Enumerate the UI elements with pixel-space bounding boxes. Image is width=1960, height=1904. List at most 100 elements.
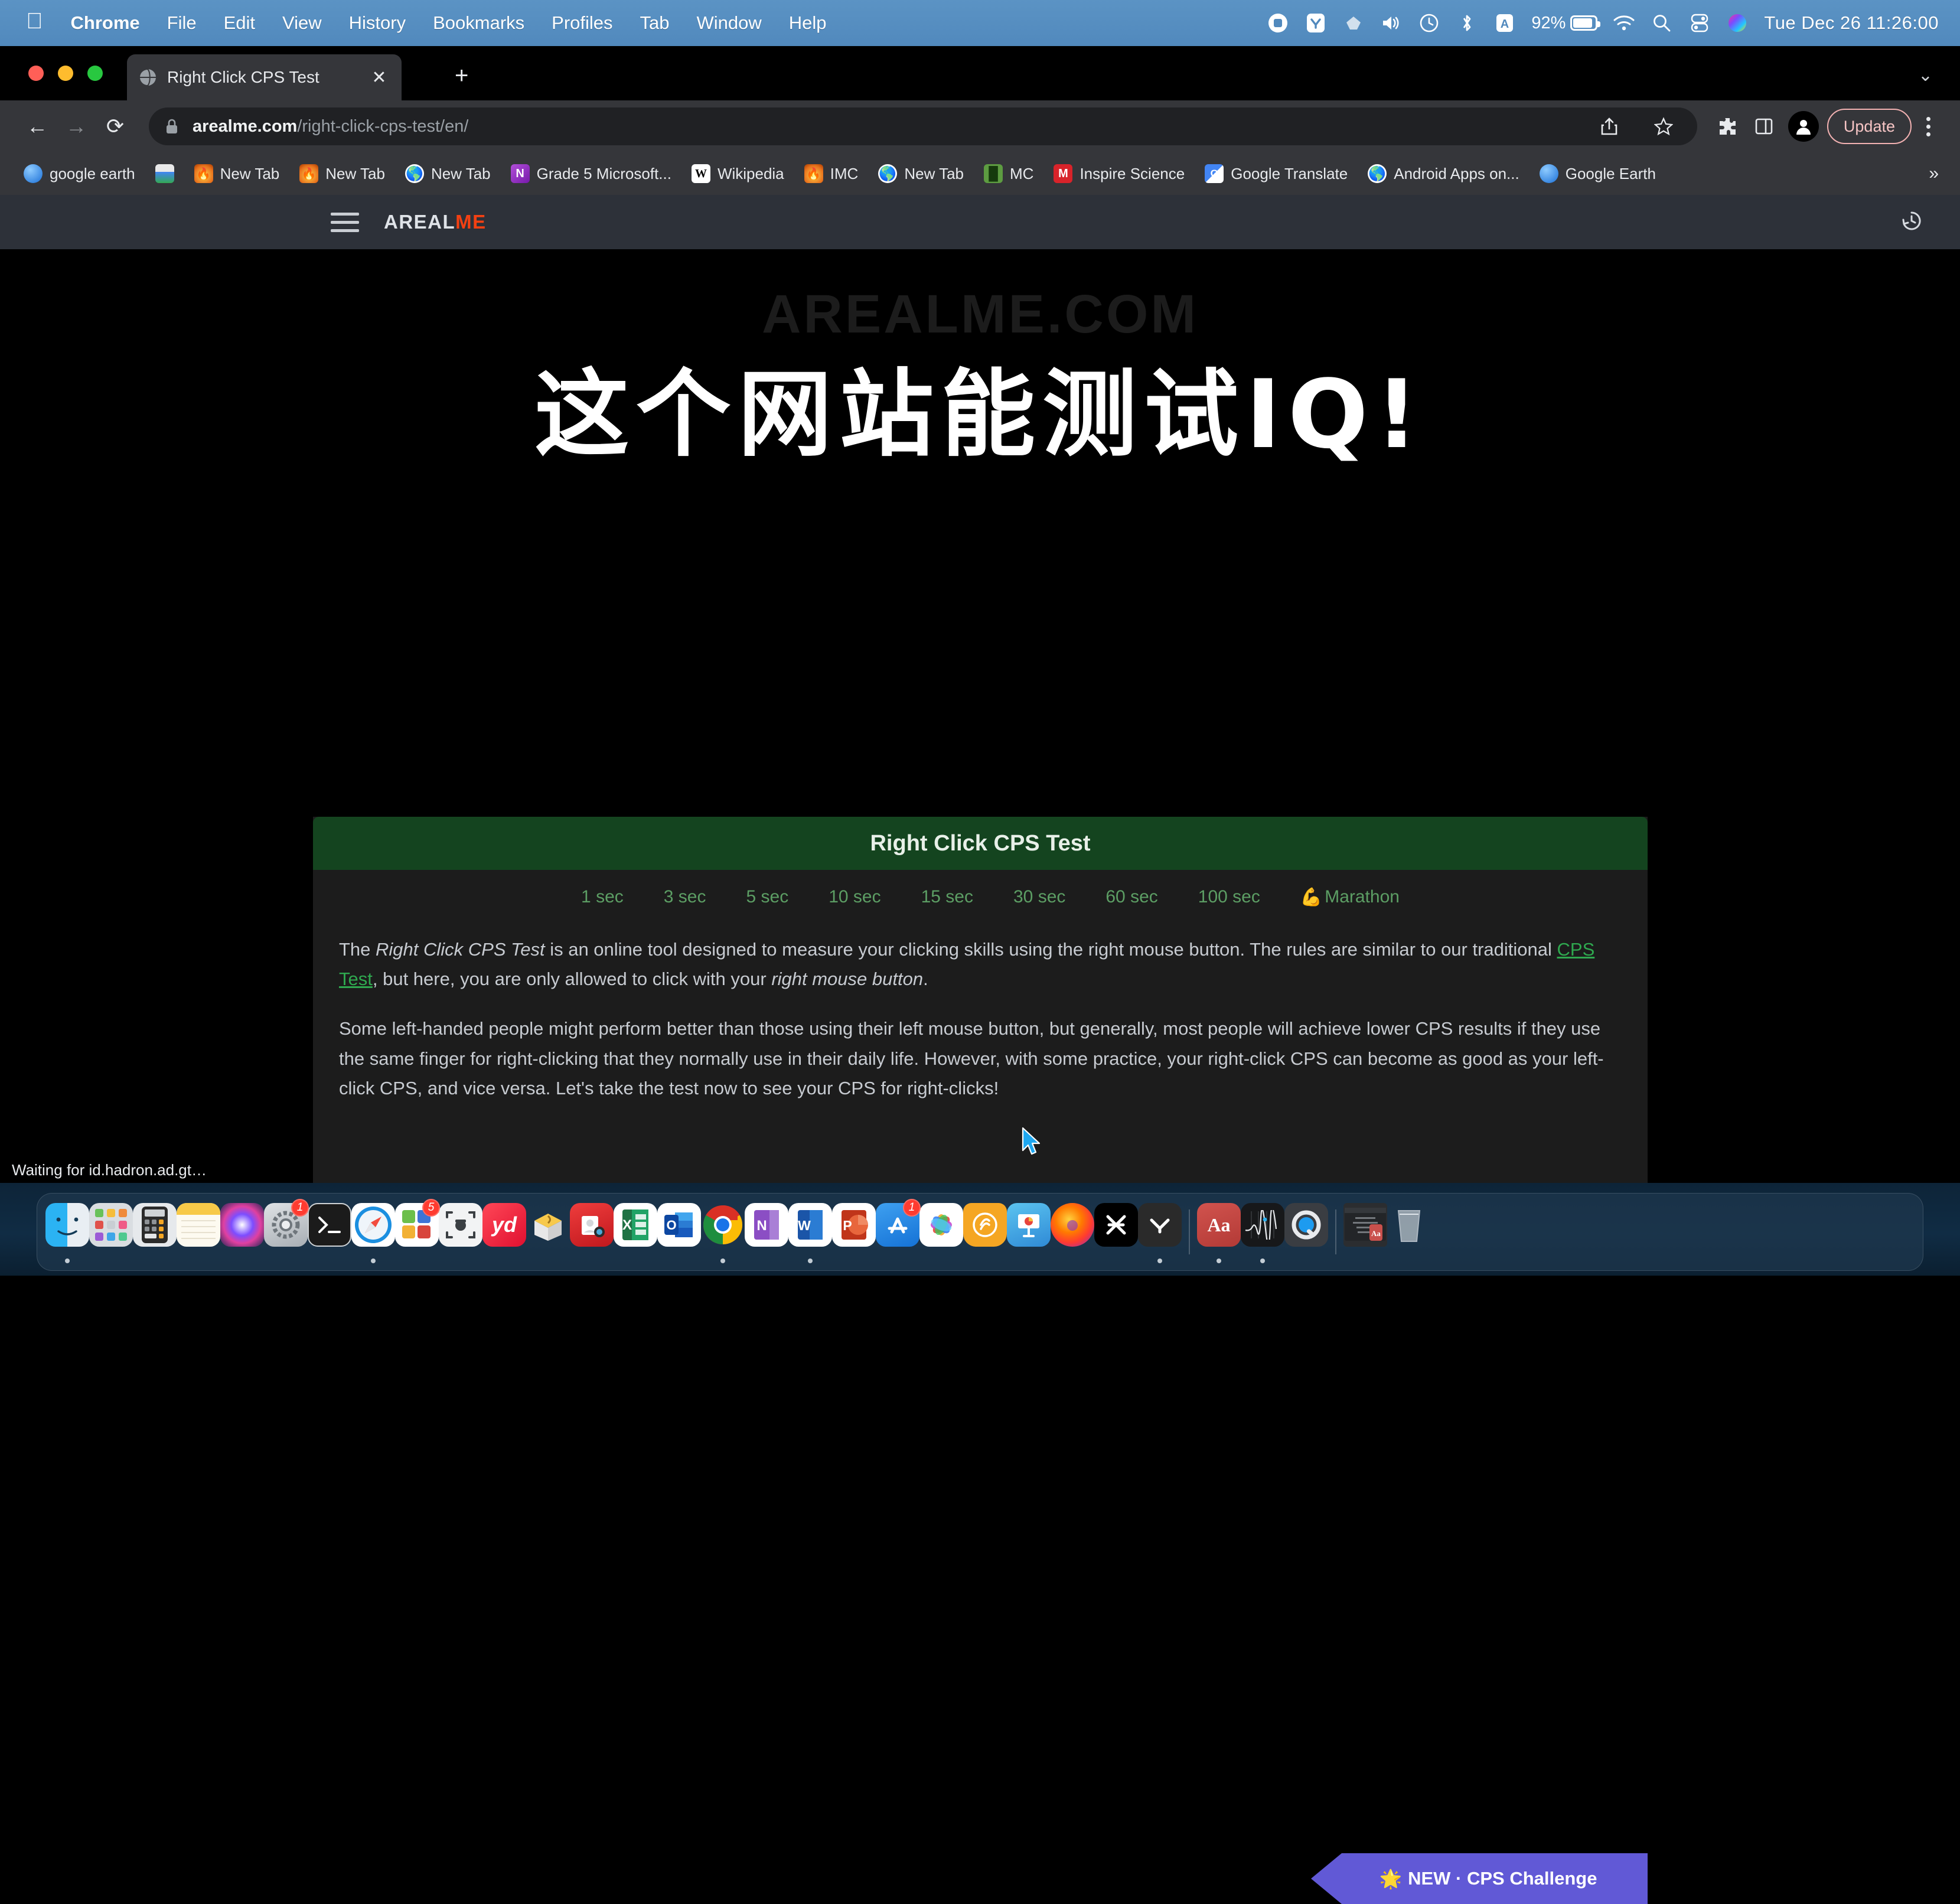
bookmark-new-tab-2[interactable]: 🔥 New Tab: [291, 161, 393, 187]
puzzle-icon[interactable]: [1709, 108, 1746, 145]
forward-button[interactable]: →: [57, 107, 96, 146]
side-panel-icon[interactable]: [1746, 108, 1782, 145]
back-button[interactable]: ←: [18, 107, 57, 146]
bookmark-new-tab-4[interactable]: 🌎 New Tab: [870, 161, 972, 187]
dock-item-keynote[interactable]: [1007, 1199, 1051, 1264]
bookmark-mc[interactable]: █ MC: [976, 161, 1042, 187]
tab-100-sec[interactable]: 100 sec: [1178, 887, 1280, 907]
control-center-icon[interactable]: [1688, 12, 1711, 34]
bluetooth-icon[interactable]: [1456, 12, 1478, 34]
dock-item-photos[interactable]: [919, 1199, 963, 1264]
menu-file[interactable]: File: [154, 0, 210, 46]
tab-1-sec[interactable]: 1 sec: [561, 887, 644, 907]
menu-tab[interactable]: Tab: [627, 0, 683, 46]
dock-item-shazam[interactable]: [963, 1199, 1007, 1264]
maximize-window-button[interactable]: [87, 66, 103, 81]
dock-item-terminal[interactable]: [308, 1199, 351, 1264]
screen-recording-icon[interactable]: [1267, 12, 1289, 34]
site-logo[interactable]: AREALME: [384, 211, 487, 233]
dock-item-outlook[interactable]: O: [657, 1199, 701, 1264]
menu-window[interactable]: Window: [683, 0, 775, 46]
profile-avatar[interactable]: [1788, 111, 1819, 142]
dock-item-grammarly[interactable]: [1138, 1199, 1182, 1264]
dock-item-trash[interactable]: [1387, 1199, 1431, 1264]
menu-view[interactable]: View: [269, 0, 335, 46]
tab-15-sec[interactable]: 15 sec: [901, 887, 993, 907]
new-tab-button[interactable]: +: [455, 64, 468, 87]
dock-item-app-store[interactable]: 1: [876, 1199, 919, 1264]
reload-button[interactable]: ⟳: [96, 107, 135, 146]
dock-item-java-preferences[interactable]: [526, 1199, 570, 1264]
battery-status[interactable]: 92%: [1531, 14, 1597, 33]
dock-item-calculator[interactable]: [133, 1199, 177, 1264]
dock-item-chrome[interactable]: [701, 1199, 745, 1264]
bookmark-chrome-web-store[interactable]: [147, 161, 182, 187]
wifi-icon[interactable]: [1613, 12, 1635, 34]
update-button[interactable]: Update: [1827, 109, 1912, 144]
bookmark-google-earth-2[interactable]: Google Earth: [1531, 161, 1664, 187]
dock-item-launchpad[interactable]: [89, 1199, 133, 1264]
menu-profiles[interactable]: Profiles: [538, 0, 626, 46]
menu-history[interactable]: History: [335, 0, 419, 46]
dock-item-word[interactable]: W: [788, 1199, 832, 1264]
dock-item-wps-office[interactable]: 5: [395, 1199, 439, 1264]
bookmark-google-earth[interactable]: google earth: [15, 161, 144, 187]
share-icon[interactable]: [1591, 108, 1628, 145]
menu-help[interactable]: Help: [775, 0, 840, 46]
spotlight-search-icon[interactable]: [1651, 12, 1673, 34]
volume-icon[interactable]: [1380, 12, 1403, 34]
dock-item-system-settings[interactable]: 1: [264, 1199, 308, 1264]
dock-item-photo-booth[interactable]: [570, 1199, 614, 1264]
bookmark-wikipedia[interactable]: W Wikipedia: [683, 161, 793, 187]
tab-60-sec[interactable]: 60 sec: [1085, 887, 1178, 907]
hamburger-menu-icon[interactable]: [331, 213, 359, 232]
close-icon[interactable]: ✕: [367, 67, 391, 88]
bookmark-imc[interactable]: 🔥 IMC: [796, 161, 867, 187]
apple-menu-icon[interactable]: : [22, 0, 57, 48]
history-clock-icon[interactable]: [1899, 208, 1925, 237]
dock-item-safari[interactable]: [351, 1199, 395, 1264]
dock-item-notes[interactable]: [177, 1199, 220, 1264]
window-traffic-lights[interactable]: [28, 66, 103, 81]
bookmark-new-tab-3[interactable]: 🌎 New Tab: [397, 161, 499, 187]
grammarly-icon[interactable]: [1305, 12, 1327, 34]
bookmark-android-apps[interactable]: 🌎 Android Apps on...: [1359, 161, 1527, 187]
bookmark-inspire-science[interactable]: M Inspire Science: [1045, 161, 1193, 187]
tab-5-sec[interactable]: 5 sec: [726, 887, 808, 907]
three-dot-menu-icon[interactable]: [1914, 108, 1942, 145]
browser-tab[interactable]: Right Click CPS Test ✕: [127, 54, 402, 100]
bookmarks-overflow-button[interactable]: »: [1929, 164, 1945, 184]
menu-bar-clock[interactable]: Tue Dec 26 11:26:00: [1764, 12, 1939, 34]
address-bar[interactable]: arealme.com/right-click-cps-test/en/: [149, 107, 1697, 145]
bookmark-grade-5-microsoft[interactable]: N Grade 5 Microsoft...: [503, 161, 680, 187]
dock-item-firefox[interactable]: [1051, 1199, 1094, 1264]
dock-item-quicktime-player[interactable]: [1284, 1199, 1328, 1264]
tab-marathon[interactable]: 💪Marathon: [1280, 887, 1400, 908]
tab-30-sec[interactable]: 30 sec: [993, 887, 1085, 907]
dock-item-audio-editor[interactable]: [1241, 1199, 1284, 1264]
dock-item-excel[interactable]: X: [614, 1199, 657, 1264]
dock-item-youdao-dictionary[interactable]: yd: [482, 1199, 526, 1264]
input-source-icon[interactable]: A: [1493, 12, 1516, 34]
tab-10-sec[interactable]: 10 sec: [808, 887, 901, 907]
star-icon[interactable]: [1645, 108, 1682, 145]
tab-3-sec[interactable]: 3 sec: [644, 887, 726, 907]
hero-ad-banner[interactable]: AREALME.COM 这个网站能测试IQ!: [0, 249, 1960, 518]
dock-item-capcut[interactable]: [1094, 1199, 1138, 1264]
dropbox-icon[interactable]: [1342, 12, 1365, 34]
bookmark-new-tab-1[interactable]: 🔥 New Tab: [186, 161, 288, 187]
bookmark-google-translate[interactable]: G Google Translate: [1196, 161, 1356, 187]
dock-item-screenshot[interactable]: [439, 1199, 482, 1264]
dock-item-siri[interactable]: [220, 1199, 264, 1264]
siri-icon[interactable]: [1726, 12, 1749, 34]
time-machine-icon[interactable]: [1418, 12, 1440, 34]
cps-challenge-badge[interactable]: 🌟 NEW · CPS Challenge: [1311, 1853, 1648, 1904]
dock-item-dictionary[interactable]: Aa: [1197, 1199, 1241, 1264]
menu-chrome[interactable]: Chrome: [57, 0, 154, 46]
dock-item-finder[interactable]: [45, 1199, 89, 1264]
menu-edit[interactable]: Edit: [210, 0, 269, 46]
chevron-down-icon[interactable]: ⌄: [1918, 65, 1933, 86]
dock-item-downloads-stack[interactable]: Aa: [1343, 1199, 1387, 1264]
dock-item-powerpoint[interactable]: P: [832, 1199, 876, 1264]
menu-bookmarks[interactable]: Bookmarks: [419, 0, 538, 46]
